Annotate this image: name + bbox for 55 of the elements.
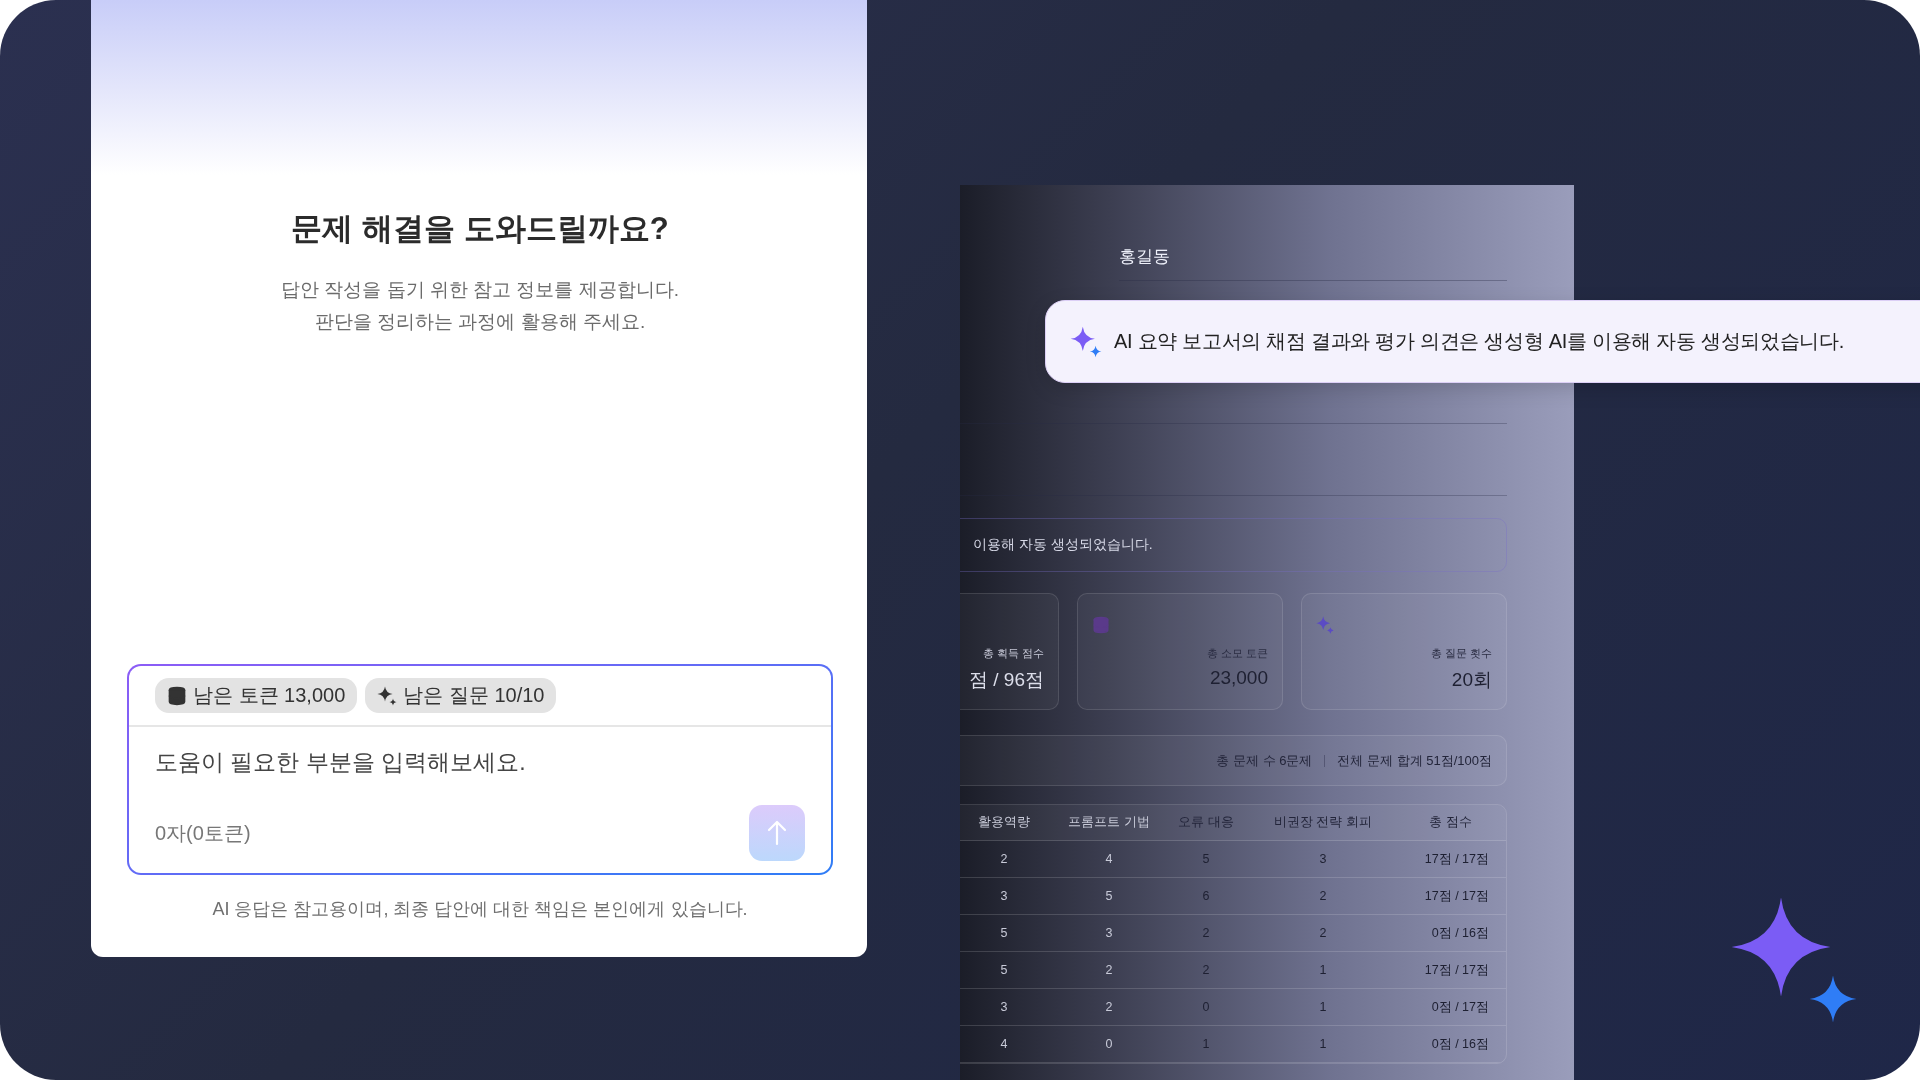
table-cell: 4	[1067, 841, 1151, 878]
table-cell: 1	[1261, 1026, 1385, 1063]
table-cell: 2	[1261, 915, 1385, 952]
stat-value: 점 / 96점	[969, 668, 1044, 692]
sparkle-icon	[1070, 325, 1102, 358]
quota-chip: 남은 질문 10/10	[365, 678, 557, 713]
subtitle-text: 답안 작성을 돕기 위한 참고 정보를 제공합니다.	[281, 278, 679, 302]
table-cell: 1	[1261, 952, 1385, 989]
table-cell: 2	[1261, 878, 1385, 915]
table-cell: 5	[960, 915, 1067, 952]
table-cell: 3	[960, 878, 1067, 915]
stat-value: 23,000	[1209, 667, 1268, 689]
notice-text: 이용해 자동 생성되었습니다.	[973, 536, 1153, 554]
table-cell: 5	[1067, 878, 1151, 915]
table-cell: 17점 / 17점	[1385, 878, 1506, 915]
table-cell: 5	[960, 952, 1067, 989]
stat-value: 20회	[1451, 668, 1492, 692]
table-cell: 1	[1261, 989, 1385, 1026]
ai-notice-text: AI 요약 보고서의 채점 결과와 평가 의견은 생성형 AI를 이용해 자동 생성되었습니다.	[1114, 329, 1845, 354]
table-cell: 0점 / 16점	[1385, 1026, 1506, 1063]
quota-chip: 남은 토큰 13,000	[155, 678, 358, 713]
column-header: 프롬프트 기법	[1067, 805, 1151, 841]
table-cell: 17점 / 17점	[1385, 952, 1506, 989]
table-cell: 3	[1067, 915, 1151, 952]
table-cell: 2	[960, 841, 1067, 878]
disclaimer-text: AI 응답은 참고용이며, 최종 답안에 대한 책임은 본인에게 있습니다.	[212, 898, 748, 921]
table-cell: 0	[1151, 989, 1261, 1026]
table-cell: 3	[1261, 841, 1385, 878]
table-cell: 0	[1067, 1026, 1151, 1063]
table-cell: 2	[1151, 952, 1261, 989]
table-cell: 5	[1151, 841, 1261, 878]
table-cell: 2	[1151, 915, 1261, 952]
summary-text: 전체 문제 합계 51점/100점	[1337, 751, 1492, 770]
arrow-up-icon	[766, 820, 788, 846]
stat-label: 총 질문 횟수	[1430, 646, 1492, 661]
table-cell: 0점 / 17점	[1385, 989, 1506, 1026]
table-cell: 1	[1151, 1026, 1261, 1063]
subtitle-text: 판단을 정리하는 과정에 활용해 주세요.	[314, 310, 646, 334]
column-header: 비권장 전략 회피	[1261, 805, 1385, 841]
character-counter: 0자(0토큰)	[155, 820, 251, 846]
candidate-name: 홍길동	[1119, 247, 1170, 266]
panel-title: 문제 해결을 도와드릴까요?	[291, 210, 669, 248]
stat-label: 총 획득 점수	[982, 646, 1044, 661]
sparkle-icon	[1316, 616, 1334, 634]
table-cell: 2	[1067, 952, 1151, 989]
table-cell: 4	[960, 1026, 1067, 1063]
column-header: 활용역량	[960, 805, 1067, 841]
table-cell: 2	[1067, 989, 1151, 1026]
table-cell: 0점 / 16점	[1385, 915, 1506, 952]
sparkle-icon	[377, 685, 398, 706]
summary-text: 총 문제 수 6문제	[1216, 751, 1313, 770]
column-header: 총 점수	[1385, 805, 1506, 841]
table-cell: 3	[960, 989, 1067, 1026]
question-input-field[interactable]: 도움이 필요한 부분을 입력해보세요.	[155, 745, 805, 779]
table-cell: 17점 / 17점	[1385, 841, 1506, 878]
